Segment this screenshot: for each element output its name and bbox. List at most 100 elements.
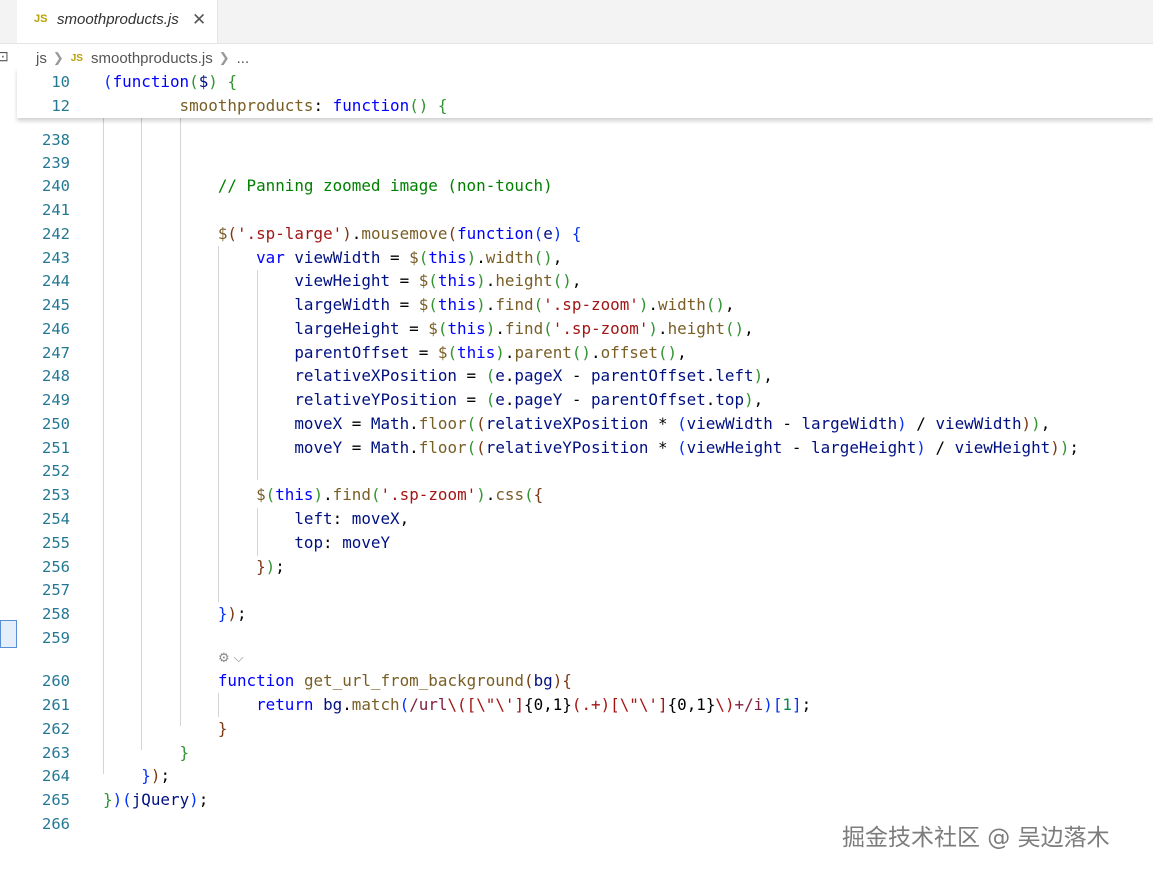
code-token: largeHeight [294,319,400,338]
line-number: 250 [42,415,70,433]
code-line[interactable]: 262 } [0,717,1153,741]
sticky-scroll-header[interactable]: 10 (function($) {12 smoothproducts: funct… [17,68,1153,118]
code-token: ( [265,485,276,504]
code-token: , [677,343,687,362]
code-token: * [648,414,678,433]
code-token: ( [418,248,429,267]
code-token: , [744,319,754,338]
panel-edge-icon[interactable]: ⊡ [0,48,9,65]
code-line[interactable]: 265})(jQuery); [0,788,1153,812]
line-number: 248 [42,367,70,385]
code-line[interactable]: 238 [0,128,1153,152]
code-token: largeWidth [801,414,898,433]
code-line[interactable]: 241 [0,198,1153,222]
code-line[interactable]: 250 moveX = Math.floor((relativeXPositio… [0,412,1153,436]
code-line[interactable]: 264 }); [0,764,1153,788]
code-line[interactable]: 257 [0,578,1153,602]
code-line[interactable]: 254 left: moveX, [0,507,1153,531]
close-icon[interactable]: ✕ [192,10,206,30]
code-token: [\"\'] [466,695,525,714]
line-text: $('.sp-large').mousemove(function(e) { [103,222,582,246]
line-number: 241 [42,201,70,219]
code-token: ) [638,295,649,314]
code-token: viewWidth [294,248,381,267]
code-token: moveX [294,414,343,433]
code-line[interactable]: 256 }); [0,555,1153,579]
code-token: . [591,343,601,362]
breadcrumb-folder[interactable]: js [36,50,47,67]
code-token: Math [370,438,410,457]
code-line[interactable]: 247 parentOffset = $(this).parent().offs… [0,341,1153,365]
breadcrumb-file[interactable]: smoothproducts.js [91,50,213,67]
line-number: 265 [42,791,70,809]
code-line[interactable]: 242 $('.sp-large').mousemove(function(e)… [0,222,1153,246]
code-line[interactable]: 252 [0,459,1153,483]
code-token: ) [476,271,486,290]
line-text: moveY = Math.floor((relativeYPosition * … [103,436,1079,460]
code-line[interactable]: 245 largeWidth = $(this).find('.sp-zoom'… [0,293,1153,317]
code-token: [ [772,695,783,714]
code-token: ) [476,295,486,314]
line-text: top: moveY [103,531,390,555]
code-line[interactable]: 239 [0,151,1153,175]
code-token: moveY [294,438,343,457]
code-token: $ [409,248,419,267]
code-token: floor [418,438,467,457]
code-token: width [658,295,706,314]
code-token: = [409,343,438,362]
code-line[interactable]: 263 } [0,741,1153,765]
chevron-right-icon: ❯ [218,50,230,65]
code-line[interactable]: 261 return bg.match(/url\([\"\']{0,1}(.+… [0,693,1153,717]
code-token: , [1040,414,1051,433]
code-token: ( [428,295,438,314]
code-token: . [658,319,668,338]
code-token: this [437,295,477,314]
code-line[interactable]: 246 largeHeight = $(this).find('.sp-zoom… [0,317,1153,341]
tab-smoothproducts[interactable]: JS smoothproducts.js ✕ [17,0,218,43]
code-token: $ [418,295,429,314]
code-line[interactable]: 260 function get_url_from_background(bg)… [0,669,1153,693]
line-text: (function($) { [103,70,237,94]
code-line[interactable]: 248 relativeXPosition = (e.pageX - paren… [0,364,1153,388]
code-token: ) [112,790,123,809]
code-token: , [571,271,582,290]
code-line[interactable]: 259 [0,626,1153,650]
code-token: ) [1050,438,1060,457]
code-line[interactable]: 253 $(this).find('.sp-zoom').css({ [0,483,1153,507]
code-token: function [217,671,295,690]
line-number: 246 [42,320,70,338]
line-number: 243 [42,249,70,267]
code-line[interactable]: 10 (function($) { [0,70,1153,94]
code-line[interactable]: 240 // Panning zoomed image (non-touch) [0,174,1153,198]
code-token: ; [275,557,285,576]
code-token: largeHeight [811,438,917,457]
code-line[interactable]: 249 relativeYPosition = (e.pageY - paren… [0,388,1153,412]
code-token: $ [256,485,266,504]
code-token: function [332,96,410,115]
code-line[interactable]: 244 viewHeight = $(this).height(), [0,269,1153,293]
code-token: bg [533,671,553,690]
code-line[interactable]: 251 moveY = Math.floor((relativeYPositio… [0,436,1153,460]
code-token: ; [198,790,209,809]
code-line[interactable]: 12 smoothproducts: function() { [0,94,1153,118]
breadcrumb-more[interactable]: ... [237,50,250,67]
code-line[interactable]: 243 var viewWidth = $(this).width(), [0,246,1153,270]
code-token: function [112,72,190,91]
code-token: smoothproducts [179,96,314,115]
code-token: css [495,485,525,504]
code-token: () [552,271,572,290]
codelens-indicator[interactable]: ⚙ ⌵ [218,651,244,666]
line-number: 244 [42,272,70,290]
code-token: find [495,295,534,314]
code-token: ) [763,695,773,714]
code-line[interactable]: 255 top: moveY [0,531,1153,555]
code-line[interactable]: 258 }); [0,602,1153,626]
